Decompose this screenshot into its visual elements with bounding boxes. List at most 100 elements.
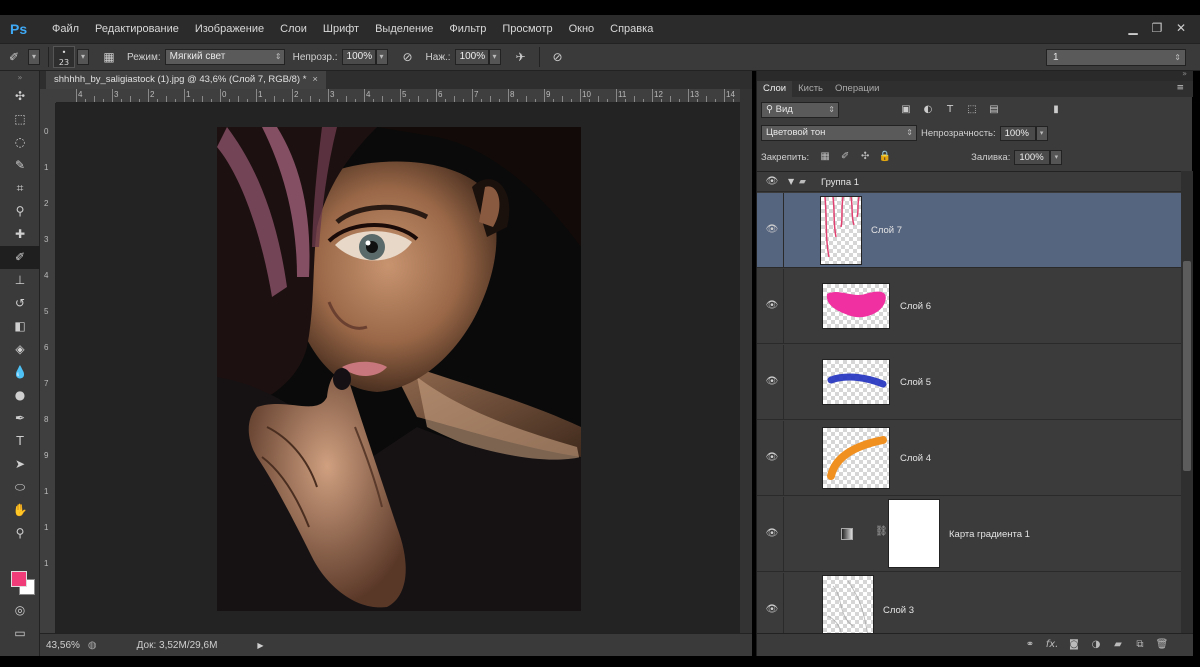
type-tool[interactable]: T bbox=[0, 430, 40, 453]
menu-layer[interactable]: Слои bbox=[272, 23, 315, 35]
opacity-dropdown[interactable]: ▾ bbox=[375, 49, 388, 65]
layer-row[interactable]: 👁 Слой 5 bbox=[757, 345, 1181, 420]
tab-layers[interactable]: Слои bbox=[757, 81, 793, 97]
tab-brush[interactable]: Кисть bbox=[792, 81, 829, 97]
tool-preset-icon[interactable]: ✐ bbox=[4, 47, 24, 67]
filter-shape-icon[interactable]: ⬚ bbox=[963, 102, 981, 118]
link-icon[interactable]: ⚭ bbox=[1019, 637, 1041, 653]
brush-size-picker[interactable]: • 23 bbox=[53, 46, 75, 68]
filter-toggle-icon[interactable]: ▮ bbox=[1047, 102, 1065, 118]
canvas-area[interactable] bbox=[56, 103, 740, 633]
menu-file[interactable]: Файл bbox=[44, 23, 87, 35]
layers-scrollbar-thumb[interactable] bbox=[1183, 261, 1191, 471]
stamp-tool[interactable]: ⊥ bbox=[0, 269, 40, 292]
status-icon[interactable]: ◍ bbox=[88, 640, 97, 651]
eye-icon[interactable]: 👁 bbox=[765, 452, 779, 464]
eraser-tool[interactable]: ◧ bbox=[0, 315, 40, 338]
brush-tool[interactable]: ✐ bbox=[0, 246, 40, 269]
pen-tool[interactable]: ✒ bbox=[0, 407, 40, 430]
blend-mode-select[interactable]: Цветовой тон ⇕ bbox=[761, 125, 917, 141]
brush-picker-dropdown[interactable]: ▾ bbox=[77, 49, 89, 65]
opacity-input[interactable]: 100% bbox=[341, 49, 376, 65]
chain-link-icon[interactable]: ⛓ bbox=[875, 526, 888, 537]
eye-icon[interactable]: 👁 bbox=[765, 300, 779, 312]
zoom-level[interactable]: 43,56% bbox=[46, 640, 80, 651]
document-scrollbar[interactable] bbox=[740, 89, 752, 633]
foreground-color-swatch[interactable] bbox=[11, 571, 27, 587]
workspace-select[interactable]: 1 ⇕ bbox=[1046, 49, 1186, 66]
eye-icon[interactable]: 👁 bbox=[765, 604, 779, 616]
marquee-tool[interactable]: ⬚ bbox=[0, 108, 40, 131]
trash-icon[interactable]: 🗑 bbox=[1151, 637, 1173, 653]
lock-position-icon[interactable]: ✣ bbox=[857, 150, 873, 164]
eyedropper-tool[interactable]: ⚲ bbox=[0, 200, 40, 223]
adjustment-icon[interactable]: ◑ bbox=[1085, 637, 1107, 653]
eye-icon[interactable]: 👁 bbox=[765, 376, 779, 388]
lock-transparency-icon[interactable]: ▦ bbox=[817, 150, 833, 164]
restore-button[interactable]: ❐ bbox=[1148, 20, 1166, 36]
menu-window[interactable]: Окно bbox=[561, 23, 603, 35]
close-tab-icon[interactable]: × bbox=[312, 74, 318, 85]
eye-icon[interactable]: 👁 bbox=[765, 224, 779, 236]
airbrush-icon[interactable]: ✈ bbox=[511, 47, 531, 67]
quick-mask-icon[interactable]: ◎ bbox=[0, 599, 40, 622]
zoom-tool[interactable]: ⚲ bbox=[0, 522, 40, 545]
mask-icon[interactable]: ◙ bbox=[1063, 637, 1085, 653]
menu-type[interactable]: Шрифт bbox=[315, 23, 367, 35]
lock-pixels-icon[interactable]: ✐ bbox=[837, 150, 853, 164]
eye-icon[interactable]: 👁 bbox=[765, 176, 779, 188]
layer-row[interactable]: 👁 Слой 6 bbox=[757, 269, 1181, 344]
pressure-size-icon[interactable]: ⊘ bbox=[548, 47, 568, 67]
menu-edit[interactable]: Редактирование bbox=[87, 23, 187, 35]
layer-row[interactable]: 👁 Слой 4 bbox=[757, 421, 1181, 496]
panel-collapse-icon[interactable]: » bbox=[1182, 69, 1187, 78]
filter-smart-icon[interactable]: ▤ bbox=[985, 102, 1003, 118]
bucket-tool[interactable]: ◈ bbox=[0, 338, 40, 361]
healing-tool[interactable]: ✚ bbox=[0, 223, 40, 246]
tab-actions[interactable]: Операции bbox=[829, 81, 885, 97]
quick-select-tool[interactable]: ✎ bbox=[0, 154, 40, 177]
menu-filter[interactable]: Фильтр bbox=[441, 23, 494, 35]
crop-tool[interactable]: ⌗ bbox=[0, 177, 40, 200]
layer-group-row[interactable]: 👁 ▼ ▰ Группа 1 bbox=[757, 172, 1181, 192]
document-tab[interactable]: shhhhh_by_saligiastock (1).jpg @ 43,6% (… bbox=[46, 71, 326, 89]
hand-tool[interactable]: ✋ bbox=[0, 499, 40, 522]
mode-select[interactable]: Мягкий свет ⇕ bbox=[164, 49, 285, 65]
pressure-dropdown[interactable]: ▾ bbox=[488, 49, 501, 65]
lock-all-icon[interactable]: 🔒 bbox=[877, 150, 893, 164]
lasso-tool[interactable]: ◌ bbox=[0, 131, 40, 154]
layer-row[interactable]: 👁 Слой 7 bbox=[757, 193, 1181, 268]
fill-dropdown[interactable]: ▾ bbox=[1050, 149, 1063, 165]
expand-triangle-icon[interactable]: ▼ bbox=[788, 177, 794, 186]
close-button[interactable]: ✕ bbox=[1172, 20, 1190, 36]
status-menu-arrow-icon[interactable]: ▶ bbox=[257, 641, 263, 650]
dodge-tool[interactable]: ● bbox=[0, 384, 40, 407]
tool-preset-dropdown[interactable]: ▾ bbox=[28, 49, 40, 65]
menu-view[interactable]: Просмотр bbox=[494, 23, 560, 35]
layer-row[interactable]: 👁 Слой 3 bbox=[757, 573, 1181, 633]
toolbar-collapse-icon[interactable]: » bbox=[0, 71, 40, 85]
folder-icon[interactable]: ▰ bbox=[1107, 637, 1129, 653]
layer-opacity-dropdown[interactable]: ▾ bbox=[1035, 125, 1048, 141]
layer-filter-select[interactable]: ⚲ Вид ⇕ bbox=[761, 102, 839, 118]
move-tool[interactable]: ✣ bbox=[0, 85, 40, 108]
pressure-opacity-icon[interactable]: ⊘ bbox=[398, 47, 418, 67]
layer-row[interactable]: 👁 ⛓ Карта градиента 1 bbox=[757, 497, 1181, 572]
pressure-input[interactable]: 100% bbox=[454, 49, 489, 65]
blur-tool[interactable]: 💧 bbox=[0, 361, 40, 384]
filter-type-icon[interactable]: T bbox=[941, 102, 959, 118]
eye-icon[interactable]: 👁 bbox=[765, 528, 779, 540]
menu-select[interactable]: Выделение bbox=[367, 23, 441, 35]
document-canvas[interactable] bbox=[217, 127, 581, 611]
minimize-button[interactable]: ▁ bbox=[1124, 20, 1142, 36]
fill-input[interactable]: 100% bbox=[1014, 149, 1051, 165]
fx-icon[interactable]: fx. bbox=[1041, 637, 1063, 653]
layer-opacity-input[interactable]: 100% bbox=[999, 125, 1036, 141]
brush-panel-icon[interactable]: ▦ bbox=[99, 47, 119, 67]
new-layer-icon[interactable]: ⧉ bbox=[1129, 637, 1151, 653]
shape-tool[interactable]: ⬭ bbox=[0, 476, 40, 499]
layers-scrollbar[interactable] bbox=[1181, 171, 1193, 633]
history-brush-tool[interactable]: ↺ bbox=[0, 292, 40, 315]
menu-image[interactable]: Изображение bbox=[187, 23, 272, 35]
panel-menu-icon[interactable]: ≡ bbox=[1176, 83, 1184, 93]
